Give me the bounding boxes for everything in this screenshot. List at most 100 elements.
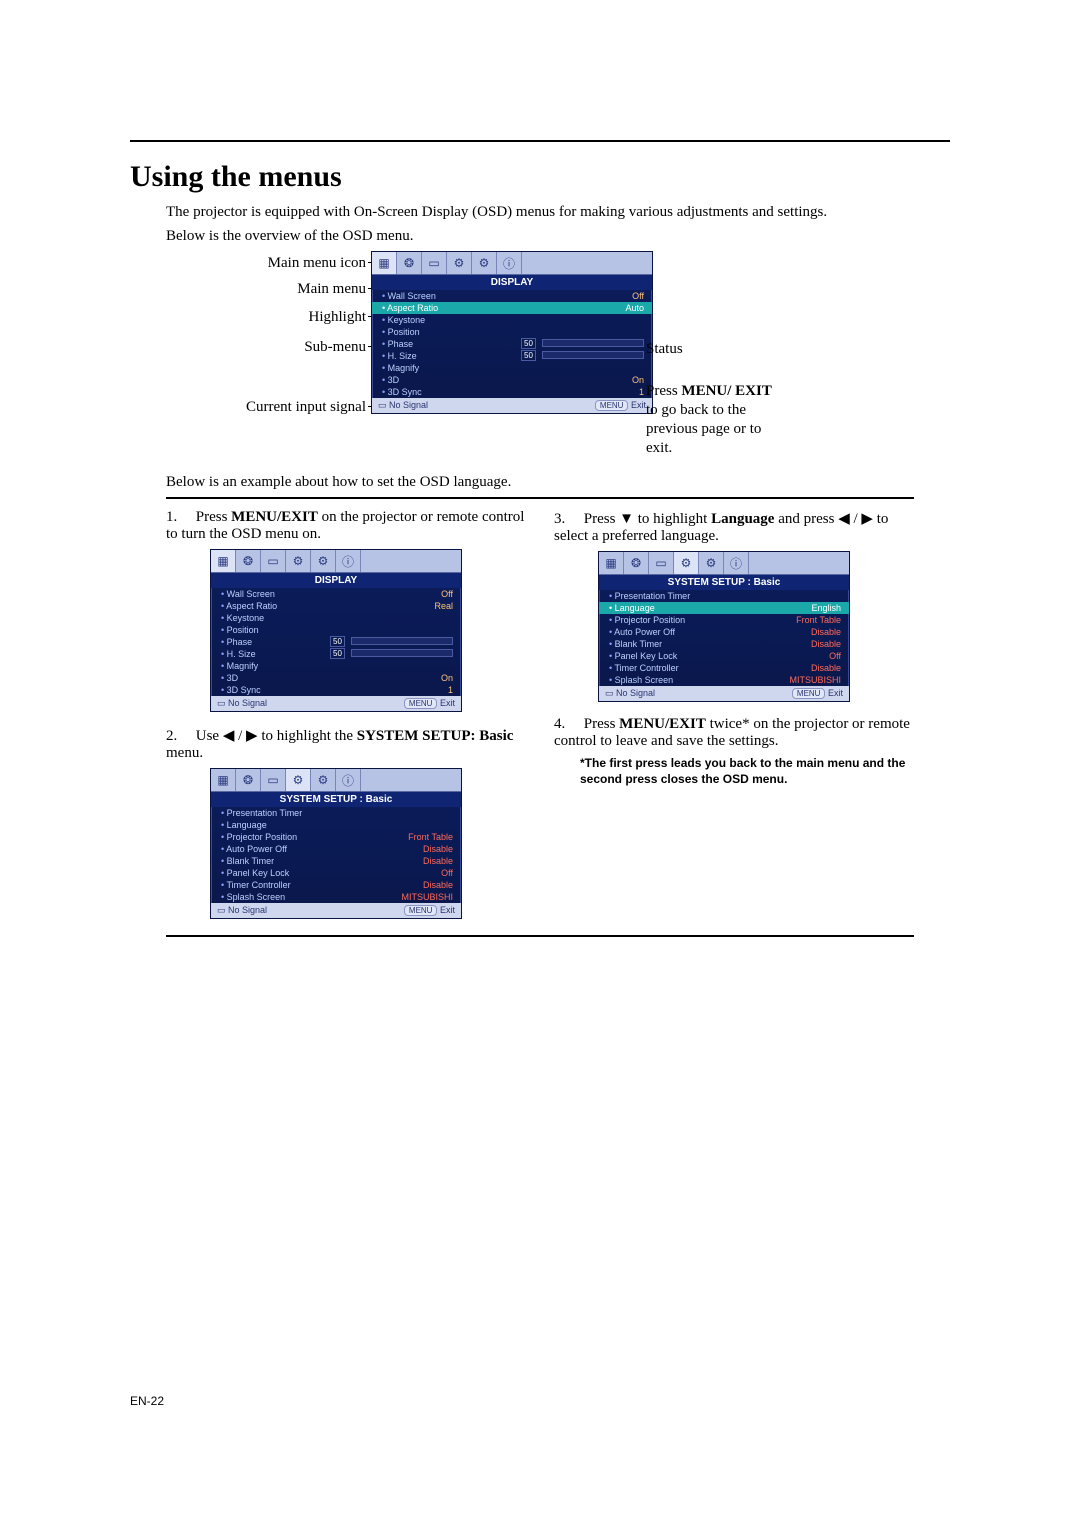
footer-signal: No Signal: [616, 688, 655, 698]
tab-info-icon[interactable]: ⓘ: [336, 550, 361, 572]
osd-row[interactable]: Phase50: [211, 636, 461, 648]
osd-row[interactable]: 3D Sync1: [211, 684, 461, 696]
tab-setup-adv-icon[interactable]: ⚙: [699, 552, 724, 574]
tab-display-icon[interactable]: ▦: [211, 550, 236, 572]
osd-row-label: Keystone: [221, 613, 264, 623]
tab-setup-basic-icon[interactable]: ⚙: [286, 769, 311, 791]
tab-setup-adv-icon[interactable]: ⚙: [311, 550, 336, 572]
overview-lead: Below is the overview of the OSD menu.: [166, 228, 950, 245]
tab-source-icon[interactable]: ▭: [261, 769, 286, 791]
osd-row[interactable]: Blank TimerDisable: [211, 855, 461, 867]
osd-row[interactable]: LanguageEnglish: [599, 602, 849, 614]
osd-row[interactable]: Presentation Timer: [599, 590, 849, 602]
footer-menu-btn[interactable]: MENU: [404, 698, 438, 709]
tab-picture-icon[interactable]: ❂: [397, 252, 422, 274]
osd-row-label: Presentation Timer: [609, 591, 690, 601]
osd-row[interactable]: Aspect RatioReal: [211, 600, 461, 612]
tab-source-icon[interactable]: ▭: [422, 252, 447, 274]
osd-row-label: 3D: [221, 673, 238, 683]
step2-text-pre: Use ◀ / ▶ to highlight the: [196, 728, 357, 744]
tab-info-icon[interactable]: ⓘ: [724, 552, 749, 574]
tab-display-icon[interactable]: ▦: [372, 252, 397, 274]
osd-row[interactable]: Projector PositionFront Table: [599, 614, 849, 626]
osd-rows: Presentation TimerLanguageEnglishProject…: [599, 590, 849, 686]
osd-row[interactable]: Keystone: [372, 314, 652, 326]
osd-row-bar[interactable]: 50: [542, 351, 644, 359]
osd-row[interactable]: Auto Power OffDisable: [211, 843, 461, 855]
osd-row[interactable]: Language: [211, 819, 461, 831]
osd-row[interactable]: H. Size50: [211, 648, 461, 660]
osd-row[interactable]: Blank TimerDisable: [599, 638, 849, 650]
osd-row-value: Disable: [423, 880, 453, 890]
osd-row-value: Auto: [625, 303, 644, 313]
tab-setup-basic-icon[interactable]: ⚙: [447, 252, 472, 274]
tab-setup-adv-icon[interactable]: ⚙: [472, 252, 497, 274]
osd-row[interactable]: H. Size50: [372, 350, 652, 362]
osd-row-value: Disable: [423, 856, 453, 866]
tab-picture-icon[interactable]: ❂: [624, 552, 649, 574]
osd-row-label: Wall Screen: [382, 291, 436, 301]
tab-picture-icon[interactable]: ❂: [236, 550, 261, 572]
tab-setup-basic-icon[interactable]: ⚙: [286, 550, 311, 572]
osd-row-label: Language: [221, 820, 267, 830]
osd-row-value: Real: [434, 601, 453, 611]
osd-row-label: Splash Screen: [609, 675, 673, 685]
step2-text-post: menu.: [166, 745, 203, 761]
osd-rows: Wall ScreenOffAspect RatioRealKeystonePo…: [211, 588, 461, 696]
tab-source-icon[interactable]: ▭: [261, 550, 286, 572]
osd-row[interactable]: Position: [372, 326, 652, 338]
osd-row-bar[interactable]: 50: [351, 649, 453, 657]
osd-row-bar[interactable]: 50: [542, 339, 644, 347]
osd-row[interactable]: Auto Power OffDisable: [599, 626, 849, 638]
osd-row[interactable]: Presentation Timer: [211, 807, 461, 819]
osd-tabs: ▦ ❂ ▭ ⚙ ⚙ ⓘ: [372, 252, 652, 275]
osd-row[interactable]: Timer ControllerDisable: [211, 879, 461, 891]
osd-row[interactable]: Wall ScreenOff: [211, 588, 461, 600]
osd-row-label: 3D Sync: [221, 685, 261, 695]
osd-row[interactable]: Timer ControllerDisable: [599, 662, 849, 674]
tab-picture-icon[interactable]: ❂: [236, 769, 261, 791]
osd-row[interactable]: Splash ScreenMITSUBISHI: [211, 891, 461, 903]
osd-row-value: Front Table: [408, 832, 453, 842]
step-3: 3. Press ▼ to highlight Language and pre…: [554, 509, 914, 545]
osd-step3: ▦ ❂ ▭ ⚙ ⚙ ⓘ SYSTEM SETUP : Basic Present…: [598, 551, 850, 702]
osd-row-label: Aspect Ratio: [382, 303, 438, 313]
footer-menu-btn[interactable]: MENU: [792, 688, 826, 699]
step4-bold: MENU/EXIT: [619, 716, 706, 732]
step3-bold: Language: [711, 511, 774, 527]
left-column: 1. Press MENU/EXIT on the projector or r…: [166, 509, 526, 933]
osd-row[interactable]: Wall ScreenOff: [372, 290, 652, 302]
osd-row[interactable]: Splash ScreenMITSUBISHI: [599, 674, 849, 686]
footer-exit: Exit: [440, 905, 455, 915]
osd-row[interactable]: Projector PositionFront Table: [211, 831, 461, 843]
osd-row-label: Projector Position: [609, 615, 685, 625]
osd-row-label: Auto Power Off: [609, 627, 675, 637]
footer-exit: Exit: [631, 400, 646, 410]
osd-row-label: Presentation Timer: [221, 808, 302, 818]
page-title: Using the menus: [130, 160, 950, 194]
osd-row[interactable]: 3DOn: [211, 672, 461, 684]
footer-menu-btn[interactable]: MENU: [595, 400, 629, 411]
osd-row[interactable]: Aspect Ratio Auto: [372, 302, 652, 314]
osd-row[interactable]: Magnify: [372, 362, 652, 374]
footer-menu-btn[interactable]: MENU: [404, 905, 438, 916]
tab-display-icon[interactable]: ▦: [211, 769, 236, 791]
osd-row[interactable]: Phase50: [372, 338, 652, 350]
osd-row[interactable]: Panel Key LockOff: [211, 867, 461, 879]
osd-row-label: Keystone: [382, 315, 425, 325]
tab-info-icon[interactable]: ⓘ: [497, 252, 522, 274]
tab-setup-adv-icon[interactable]: ⚙: [311, 769, 336, 791]
tab-info-icon[interactable]: ⓘ: [336, 769, 361, 791]
tab-source-icon[interactable]: ▭: [649, 552, 674, 574]
osd-row[interactable]: Keystone: [211, 612, 461, 624]
osd-row-value: 1: [639, 387, 644, 397]
tab-setup-basic-icon[interactable]: ⚙: [674, 552, 699, 574]
tab-display-icon[interactable]: ▦: [599, 552, 624, 574]
osd-row[interactable]: 3DOn: [372, 374, 652, 386]
osd-row[interactable]: Panel Key LockOff: [599, 650, 849, 662]
osd-row[interactable]: 3D Sync1: [372, 386, 652, 398]
steps-bottom-rule: [166, 935, 914, 937]
osd-row-bar[interactable]: 50: [351, 637, 453, 645]
osd-row[interactable]: Position: [211, 624, 461, 636]
osd-row[interactable]: Magnify: [211, 660, 461, 672]
